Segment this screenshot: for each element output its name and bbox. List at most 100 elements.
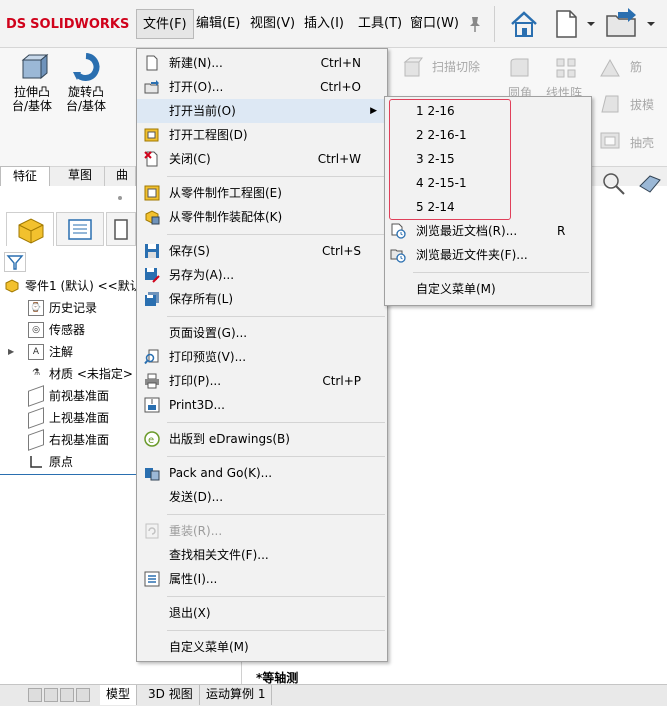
property-manager-tab[interactable] xyxy=(56,212,104,246)
menu-item-label: 从零件制作装配体(K) xyxy=(169,210,283,224)
menu-item-find-references[interactable]: 查找相关文件(F)... xyxy=(137,543,387,567)
menu-item-label: 打印(P)... xyxy=(169,374,222,388)
menu-item-print-preview[interactable]: 打印预览(V)... xyxy=(137,345,387,369)
menu-file[interactable]: 文件(F) xyxy=(136,9,194,39)
menu-item-save-all[interactable]: 保存所有(L) xyxy=(137,287,387,311)
rib-label[interactable]: 筋 xyxy=(630,58,642,75)
tree-item-annotations[interactable]: ▶ A 注解 xyxy=(8,341,73,363)
menu-item-label: 保存所有(L) xyxy=(169,292,234,306)
tab-scroll-controls[interactable] xyxy=(28,688,100,702)
drawing-icon xyxy=(144,127,160,143)
menu-item-browse-recent-folders[interactable]: 浏览最近文件夹(F)... xyxy=(385,243,591,267)
menu-separator xyxy=(167,422,385,423)
draft-icon xyxy=(598,92,622,116)
open-folder-icon[interactable] xyxy=(604,6,640,40)
menu-item-customize[interactable]: 自定义菜单(M) xyxy=(137,635,387,659)
new-document-icon[interactable] xyxy=(552,8,580,40)
tab-motion-study[interactable]: 运动算例 1 xyxy=(200,685,273,705)
menu-item-print[interactable]: 打印(P)... Ctrl+P xyxy=(137,369,387,393)
chevron-down-icon[interactable] xyxy=(646,18,656,28)
extrude-boss-label: 拉伸凸台/基体 xyxy=(11,85,53,113)
menu-tools[interactable]: 工具(T) xyxy=(352,9,408,39)
menu-item-publish-edrawings[interactable]: e 出版到 eDrawings(B) xyxy=(137,427,387,451)
plane-icon xyxy=(28,385,44,407)
tree-item-front-plane[interactable]: 前视基准面 xyxy=(28,385,109,407)
tab-sketch[interactable]: 草图 xyxy=(56,166,106,186)
revolve-boss-label: 旋转凸台/基体 xyxy=(65,85,107,113)
tree-root-part[interactable]: 零件1 (默认) <<默认 xyxy=(4,275,142,297)
expand-arrow-icon[interactable]: ▶ xyxy=(8,341,22,363)
tab-surfaces[interactable]: 曲 xyxy=(112,166,136,186)
menu-item-browse-recent-documents[interactable]: 浏览最近文档(R)... R xyxy=(385,219,591,243)
tree-item-label: 原点 xyxy=(49,455,74,469)
origin-icon xyxy=(28,454,44,470)
next-tab-icon[interactable] xyxy=(60,688,74,702)
menu-item-label: 属性(I)... xyxy=(169,572,218,586)
rollback-bar[interactable] xyxy=(0,474,140,475)
filter-icon[interactable] xyxy=(4,252,26,272)
make-assembly-icon xyxy=(144,209,160,225)
home-icon[interactable] xyxy=(508,8,540,40)
tab-features[interactable]: 特征 xyxy=(0,166,51,186)
shell-label[interactable]: 抽壳 xyxy=(630,134,654,151)
chevron-down-icon[interactable] xyxy=(586,18,596,28)
tree-item-right-plane[interactable]: 右视基准面 xyxy=(28,429,109,451)
tree-item-history[interactable]: ⌚ 历史记录 xyxy=(28,297,97,319)
tree-item-top-plane[interactable]: 上视基准面 xyxy=(28,407,109,429)
menu-item-exit[interactable]: 退出(X) xyxy=(137,601,387,625)
menu-item-label: 浏览最近文件夹(F)... xyxy=(416,248,528,262)
menu-item-page-setup[interactable]: 页面设置(G)... xyxy=(137,321,387,345)
tree-item-origin[interactable]: 原点 xyxy=(28,451,73,473)
menu-item-label: 新建(N)... xyxy=(169,56,223,70)
feature-manager-tab[interactable] xyxy=(6,212,54,246)
menu-item-properties[interactable]: 属性(I)... xyxy=(137,567,387,591)
menu-item-save[interactable]: 保存(S) Ctrl+S xyxy=(137,239,387,263)
tree-item-sensors[interactable]: ◎ 传感器 xyxy=(28,319,85,341)
menu-separator xyxy=(167,456,385,457)
menu-item-open[interactable]: 打开(O)... Ctrl+O xyxy=(137,75,387,99)
section-view-icon[interactable] xyxy=(636,170,664,196)
menu-edit[interactable]: 编辑(E) xyxy=(190,9,246,39)
menu-insert[interactable]: 插入(I) xyxy=(298,9,350,39)
tree-item-label: 右视基准面 xyxy=(49,433,110,447)
menu-item-pack-and-go[interactable]: Pack and Go(K)... xyxy=(137,461,387,485)
plane-icon xyxy=(28,429,44,451)
zoom-to-area-icon[interactable] xyxy=(600,170,628,196)
extrude-boss-button[interactable]: 拉伸凸台/基体 xyxy=(6,52,58,116)
new-document-icon xyxy=(144,55,160,71)
tab-model[interactable]: 模型 xyxy=(100,685,138,705)
menu-item-make-assembly[interactable]: 从零件制作装配体(K) xyxy=(137,205,387,229)
first-tab-icon[interactable] xyxy=(28,688,42,702)
menu-item-label: 浏览最近文档(R)... xyxy=(416,224,518,238)
pin-icon[interactable] xyxy=(466,14,484,34)
menu-item-make-drawing[interactable]: 从零件制作工程图(E) xyxy=(137,181,387,205)
draft-label[interactable]: 拔模 xyxy=(630,96,654,113)
menu-window[interactable]: 窗口(W) xyxy=(404,9,465,39)
menu-item-print3d[interactable]: Print3D... xyxy=(137,393,387,417)
rib-icon xyxy=(598,56,622,80)
menu-item-open-recent[interactable]: 打开当前(O) ▶ xyxy=(137,99,387,123)
part-icon xyxy=(18,218,44,244)
swept-cut-label[interactable]: 扫描切除 xyxy=(432,58,480,75)
configuration-manager-tab[interactable] xyxy=(106,212,136,246)
menu-item-send[interactable]: 发送(D)... xyxy=(137,485,387,509)
swept-cut-icon xyxy=(402,56,424,78)
menu-separator xyxy=(167,630,385,631)
menu-item-close[interactable]: 关闭(C) Ctrl+W xyxy=(137,147,387,171)
browse-recent-documents-icon xyxy=(390,223,406,239)
menu-item-save-as[interactable]: 另存为(A)... xyxy=(137,263,387,287)
menu-item-label: 重装(R)... xyxy=(169,524,223,538)
panel-splitter-dot[interactable] xyxy=(118,196,122,200)
history-icon: ⌚ xyxy=(28,300,44,316)
tree-item-material[interactable]: ⚗ 材质 <未指定> xyxy=(28,363,133,385)
tab-3d-view[interactable]: 3D 视图 xyxy=(142,685,200,705)
menu-item-open-drawing[interactable]: 打开工程图(D) xyxy=(137,123,387,147)
prev-tab-icon[interactable] xyxy=(44,688,58,702)
revolve-boss-button[interactable]: 旋转凸台/基体 xyxy=(60,52,112,116)
last-tab-icon[interactable] xyxy=(76,688,90,702)
menu-item-new[interactable]: 新建(N)... Ctrl+N xyxy=(137,51,387,75)
menu-item-customize-submenu[interactable]: 自定义菜单(M) xyxy=(385,277,591,301)
save-all-icon xyxy=(144,291,160,307)
menu-view[interactable]: 视图(V) xyxy=(244,9,301,39)
solidworks-logo[interactable]: DS SOLIDWORKS xyxy=(6,14,129,34)
